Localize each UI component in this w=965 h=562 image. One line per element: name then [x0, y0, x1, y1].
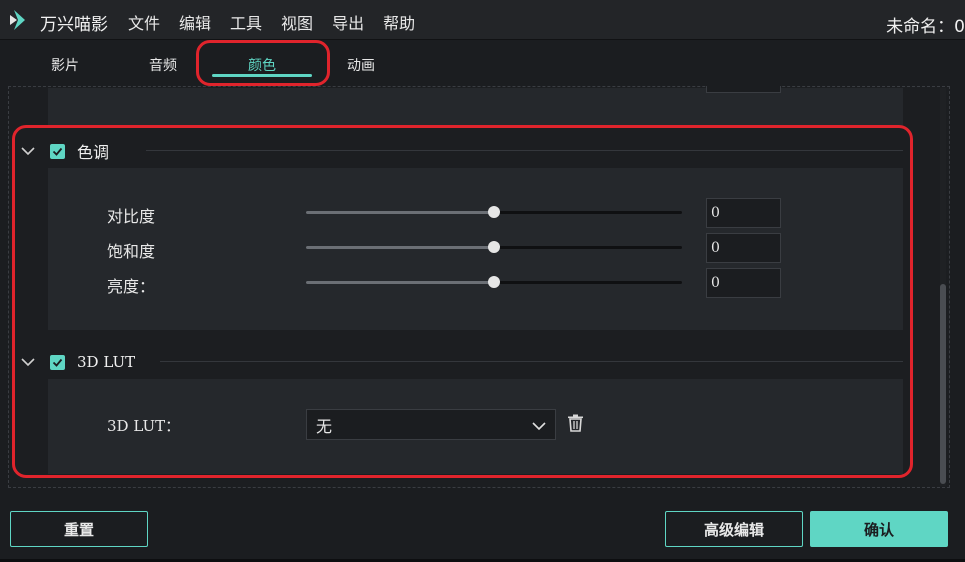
active-tab-indicator [212, 74, 312, 77]
tone-section-title: 色调 [77, 143, 110, 162]
reset-button[interactable]: 重置 [10, 511, 148, 547]
contrast-input[interactable]: 0 [706, 198, 781, 228]
slider-fill [306, 211, 494, 214]
previous-value-input[interactable] [706, 86, 781, 93]
checkmark-icon [52, 147, 63, 156]
section-divider [160, 361, 903, 362]
lut-section-header[interactable]: 3D LUT [20, 350, 135, 374]
title-bar: 万兴喵影 文件 编辑 工具 视图 导出 帮助 未命名：0 [0, 0, 965, 40]
lut-label: 3D LUT： [107, 417, 181, 435]
lut-checkbox[interactable] [50, 354, 65, 370]
brightness-input[interactable]: 0 [706, 268, 781, 298]
document-title: 未命名：0 [886, 17, 965, 37]
lut-section-title: 3D LUT [77, 353, 136, 371]
slider-knob[interactable] [488, 276, 500, 288]
menu-bar: 文件 编辑 工具 视图 导出 帮助 [128, 10, 434, 34]
tab-animation[interactable]: 动画 [331, 55, 391, 75]
tab-bar: 影片 音频 颜色 动画 [0, 41, 965, 86]
slider-fill [306, 246, 494, 249]
menu-edit[interactable]: 编辑 [179, 10, 211, 34]
tone-checkbox[interactable] [50, 143, 65, 159]
advanced-edit-button[interactable]: 高级编辑 [665, 511, 803, 547]
menu-tools[interactable]: 工具 [230, 10, 262, 34]
menu-view[interactable]: 视图 [281, 10, 313, 34]
tone-section-header[interactable]: 色调 [20, 139, 109, 163]
trash-icon[interactable] [567, 414, 584, 432]
app-logo-icon [10, 10, 25, 30]
slider-knob[interactable] [488, 206, 500, 218]
tab-color[interactable]: 颜色 [232, 55, 292, 75]
slider-knob[interactable] [488, 241, 500, 253]
chevron-down-icon[interactable] [20, 354, 36, 370]
confirm-button[interactable]: 确认 [810, 511, 948, 547]
checkmark-icon [52, 358, 63, 367]
saturation-label: 饱和度 [107, 242, 156, 261]
scrollbar-thumb[interactable] [940, 284, 946, 484]
app-name: 万兴喵影 [40, 15, 108, 35]
slider-fill [306, 281, 494, 284]
contrast-label: 对比度 [107, 207, 156, 226]
tab-video[interactable]: 影片 [35, 55, 95, 75]
menu-help[interactable]: 帮助 [383, 10, 415, 34]
lut-selected-value: 无 [316, 416, 333, 436]
brightness-slider[interactable] [306, 275, 682, 289]
brightness-label: 亮度： [107, 277, 156, 296]
menu-export[interactable]: 导出 [332, 10, 364, 34]
section-divider [146, 150, 903, 151]
chevron-down-icon[interactable] [20, 143, 36, 159]
saturation-slider[interactable] [306, 240, 682, 254]
saturation-input[interactable]: 0 [706, 233, 781, 263]
menu-file[interactable]: 文件 [128, 10, 160, 34]
contrast-slider[interactable] [306, 205, 682, 219]
chevron-down-icon [532, 422, 546, 431]
tab-audio[interactable]: 音频 [133, 55, 193, 75]
lut-dropdown[interactable]: 无 [306, 409, 556, 440]
previous-section-body [48, 88, 903, 128]
